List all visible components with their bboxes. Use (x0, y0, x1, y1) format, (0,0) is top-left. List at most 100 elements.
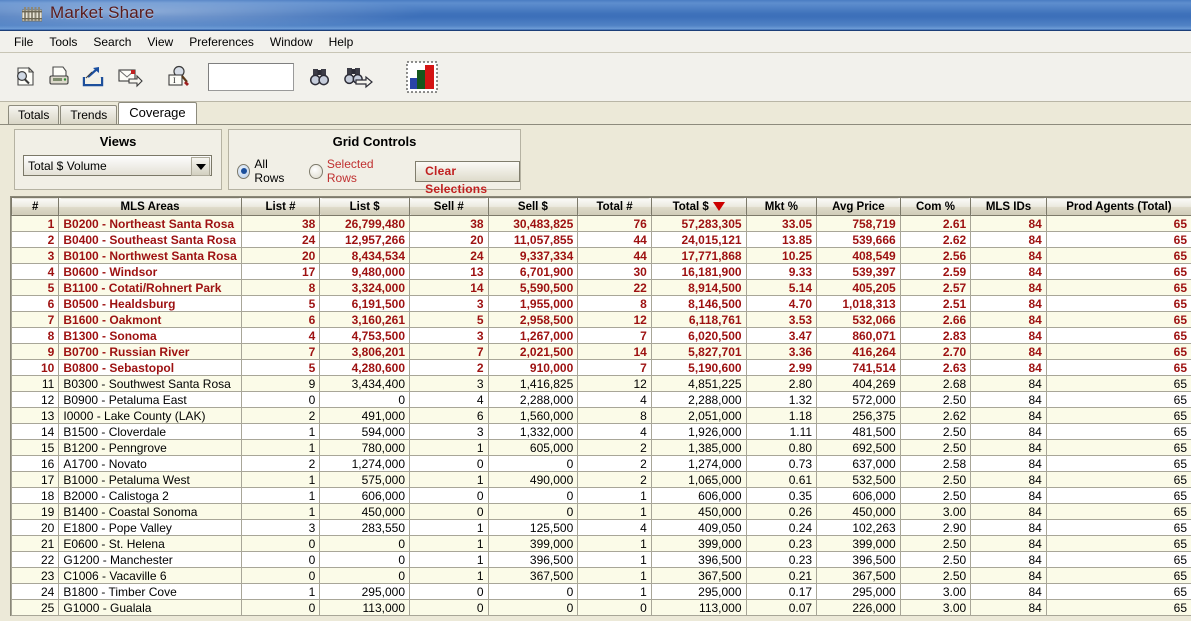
cell-avg: 295,000 (816, 583, 901, 600)
cell-mlsids: 84 (970, 391, 1047, 408)
cell-selld: 367,500 (487, 567, 579, 584)
table-row[interactable]: 16 A1700 - Novato 2 1,274,000 0 0 2 1,274,000 0.… (10, 455, 1191, 472)
tab-coverage[interactable]: Coverage (118, 102, 197, 124)
table-row[interactable]: 9 B0700 - Russian River 7 3,806,201 7 2,021,5… (10, 343, 1191, 360)
menu-item-file[interactable]: File (6, 33, 41, 51)
menu-item-help[interactable]: Help (321, 33, 362, 51)
cell-com: 2.70 (899, 343, 972, 360)
cell-selln: 38 (409, 215, 489, 232)
cell-listd: 491,000 (319, 407, 411, 424)
menu-item-preferences[interactable]: Preferences (181, 33, 262, 51)
menu-item-window[interactable]: Window (262, 33, 321, 51)
cell-listn: 7 (240, 343, 321, 360)
find-next-button[interactable] (338, 60, 378, 94)
table-row[interactable]: 13 I0000 - Lake County (LAK) 2 491,000 6 1,56… (10, 407, 1191, 424)
cell-avg: 399,000 (816, 535, 901, 552)
cell-mkt: 5.14 (745, 279, 818, 296)
chart-view-button[interactable] (404, 60, 440, 94)
table-row[interactable]: 6 B0500 - Healdsburg 5 6,191,500 3 1,955,000 8… (10, 295, 1191, 312)
export-button[interactable] (76, 60, 110, 94)
table-row[interactable]: 8 B1300 - Sonoma 4 4,753,500 3 1,267,000 7 6,02… (10, 327, 1191, 344)
cell-avg: 758,719 (816, 215, 901, 232)
column-header-selld[interactable]: Sell $ (487, 197, 579, 216)
table-row[interactable]: 20 E1800 - Pope Valley 3 283,550 1 125,500 4 40… (10, 519, 1191, 536)
table-row[interactable]: 14 B1500 - Cloverdale 1 594,000 3 1,332,000 4 1… (10, 423, 1191, 440)
cell-totd: 6,118,761 (650, 311, 747, 328)
column-header-totn[interactable]: Total # (577, 197, 652, 216)
cell-totn: 1 (577, 503, 652, 520)
print-button[interactable] (42, 60, 76, 94)
radio-selected-rows[interactable] (309, 163, 323, 179)
cell-mlsids: 84 (970, 215, 1047, 232)
column-header-num[interactable]: # (10, 197, 60, 216)
grid-controls-row: All Rows Selected Rows Clear Selections (237, 157, 520, 196)
column-header-mlsids[interactable]: MLS IDs (970, 197, 1047, 216)
chevron-down-icon[interactable] (191, 157, 210, 176)
table-row[interactable]: 11 B0300 - Southwest Santa Rosa 9 3,434,400… (10, 375, 1191, 392)
column-header-listn[interactable]: List # (240, 197, 321, 216)
search-input[interactable] (208, 63, 294, 91)
cell-totd: 24,015,121 (650, 231, 747, 248)
table-row[interactable]: 1 B0200 - Northeast Santa Rosa 38 26,799,48… (10, 215, 1191, 232)
column-header-agents[interactable]: Prod Agents (Total) (1045, 197, 1191, 216)
cell-listd: 295,000 (319, 583, 411, 600)
column-header-avg[interactable]: Avg Price (816, 197, 901, 216)
column-header-totd[interactable]: Total $ (650, 197, 747, 216)
cell-listd: 1,274,000 (319, 455, 411, 472)
column-header-selln[interactable]: Sell # (409, 197, 489, 216)
table-row[interactable]: 21 E0600 - St. Helena 0 0 1 399,000 1 399,000 0.… (10, 535, 1191, 552)
cell-agents: 65 (1045, 519, 1191, 536)
cell-area: C1006 - Vacaville 6 (58, 567, 242, 584)
cell-avg: 860,071 (816, 327, 901, 344)
print-preview-button[interactable] (8, 60, 42, 94)
table-row[interactable]: 5 B1100 - Cotati/Rohnert Park 8 3,324,000 14… (10, 279, 1191, 296)
table-row[interactable]: 23 C1006 - Vacaville 6 0 0 1 367,500 1 367,500 0… (10, 567, 1191, 584)
cell-listn: 8 (240, 279, 321, 296)
column-header-label: Total $ (672, 200, 709, 213)
cell-num: 21 (10, 535, 60, 552)
cell-mlsids: 84 (970, 423, 1047, 440)
export-icon (82, 67, 104, 87)
column-header-listd[interactable]: List $ (319, 197, 411, 216)
cell-com: 2.58 (899, 455, 972, 472)
table-row[interactable]: 15 B1200 - Penngrove 1 780,000 1 605,000 2 1,38… (10, 439, 1191, 456)
cell-num: 19 (10, 503, 60, 520)
table-row[interactable]: 18 B2000 - Calistoga 2 1 606,000 0 0 1 606,000 0… (10, 487, 1191, 504)
email-button[interactable] (110, 60, 150, 94)
radio-all-rows[interactable] (237, 163, 251, 179)
table-row[interactable]: 3 B0100 - Northwest Santa Rosa 20 8,434,534… (10, 247, 1191, 264)
table-row[interactable]: 12 B0900 - Petaluma East 0 0 4 2,288,000 4 2,28… (10, 391, 1191, 408)
cell-com: 2.50 (899, 487, 972, 504)
cell-com: 2.50 (899, 471, 972, 488)
cell-totn: 4 (577, 391, 652, 408)
table-row[interactable]: 25 G1000 - Gualala 0 113,000 0 0 0 113,000 0.07 2… (10, 599, 1191, 616)
view-select[interactable]: Total $ Volume (23, 155, 212, 176)
cell-totn: 1 (577, 551, 652, 568)
cell-com: 2.90 (899, 519, 972, 536)
cell-area: I0000 - Lake County (LAK) (58, 407, 242, 424)
table-row[interactable]: 24 B1800 - Timber Cove 1 295,000 0 0 1 295,000 0… (10, 583, 1191, 600)
cell-mlsids: 84 (970, 471, 1047, 488)
column-header-mkt[interactable]: Mkt % (745, 197, 818, 216)
tab-trends[interactable]: Trends (60, 105, 118, 124)
table-row[interactable]: 19 B1400 - Coastal Sonoma 1 450,000 0 0 1 450,0… (10, 503, 1191, 520)
find-record-button[interactable]: I (158, 60, 198, 94)
cell-listd: 0 (319, 567, 411, 584)
menu-item-view[interactable]: View (139, 33, 181, 51)
cell-com: 2.57 (899, 279, 972, 296)
find-button[interactable] (304, 60, 338, 94)
table-row[interactable]: 2 B0400 - Southeast Santa Rosa 24 12,957,26… (10, 231, 1191, 248)
table-row[interactable]: 10 B0800 - Sebastopol 5 4,280,600 2 910,000 7 5… (10, 359, 1191, 376)
cell-listn: 1 (240, 487, 321, 504)
table-row[interactable]: 7 B1600 - Oakmont 6 3,160,261 5 2,958,500 12 6,… (10, 311, 1191, 328)
column-header-com[interactable]: Com % (899, 197, 972, 216)
clear-selections-button[interactable]: Clear Selections (415, 160, 520, 196)
menu-item-search[interactable]: Search (85, 33, 139, 51)
cell-com: 2.56 (899, 247, 972, 264)
table-row[interactable]: 17 B1000 - Petaluma West 1 575,000 1 490,000 2… (10, 471, 1191, 488)
column-header-area[interactable]: MLS Areas (58, 197, 242, 216)
tab-totals[interactable]: Totals (8, 105, 60, 124)
menu-item-tools[interactable]: Tools (41, 33, 85, 51)
table-row[interactable]: 4 B0600 - Windsor 17 9,480,000 13 6,701,900 30… (10, 263, 1191, 280)
table-row[interactable]: 22 G1200 - Manchester 0 0 1 396,500 1 396,500 0.… (10, 551, 1191, 568)
